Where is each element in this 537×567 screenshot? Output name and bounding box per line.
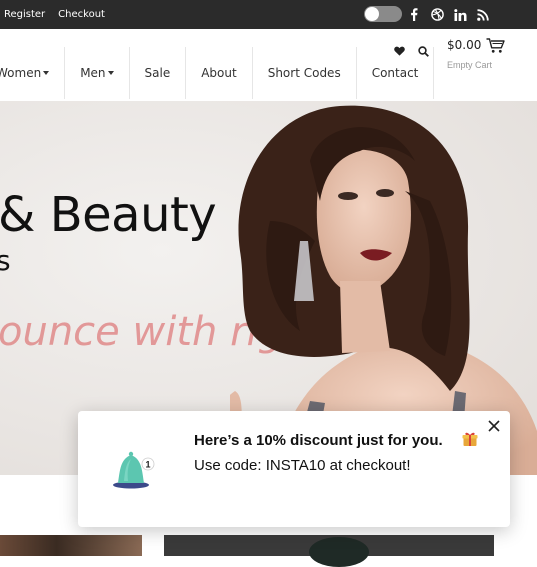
site-header: Women Men Sale About Short Codes Contact… xyxy=(0,29,537,101)
search-icon[interactable] xyxy=(415,43,431,59)
bell-badge-count: 1 xyxy=(145,460,150,470)
nav-item-label: Sale xyxy=(144,66,171,80)
bell-icon: 1 xyxy=(110,447,158,496)
nav-item-label: Men xyxy=(80,66,106,80)
nav-item-label: Women xyxy=(0,66,42,80)
discount-popup: 1 Here’s a 10% discount just for you. Us… xyxy=(78,411,510,527)
product-thumbnail[interactable] xyxy=(0,535,142,556)
theme-toggle[interactable] xyxy=(364,6,402,22)
gift-icon xyxy=(462,431,478,452)
facebook-icon[interactable] xyxy=(407,0,421,29)
hero-title: & Beauty xyxy=(0,187,217,243)
top-links: Register Checkout xyxy=(4,0,105,29)
nav-item-women[interactable]: Women xyxy=(0,47,66,99)
dribbble-icon[interactable] xyxy=(430,0,444,29)
nav-item-sale[interactable]: Sale xyxy=(130,47,187,99)
product-thumbnail[interactable] xyxy=(164,535,494,567)
toggle-knob xyxy=(365,7,379,21)
main-nav: Women Men Sale About Short Codes Contact xyxy=(0,47,435,99)
nav-item-label: Contact xyxy=(371,66,419,80)
nav-item-about[interactable]: About xyxy=(186,47,253,99)
linkedin-icon[interactable] xyxy=(453,0,467,29)
heart-icon[interactable] xyxy=(391,43,407,59)
hero-subtitle: s xyxy=(0,244,11,277)
cart-status: Empty Cart xyxy=(447,60,493,70)
thumbnail-shape xyxy=(309,537,369,567)
nav-item-men[interactable]: Men xyxy=(65,47,130,99)
register-link[interactable]: Register xyxy=(4,9,45,20)
nav-item-label: About xyxy=(201,66,237,80)
checkout-link[interactable]: Checkout xyxy=(58,9,105,20)
rss-icon[interactable] xyxy=(476,0,490,29)
popup-headline: Here’s a 10% discount just for you. xyxy=(194,432,443,449)
top-bar: Register Checkout xyxy=(0,0,537,29)
popup-code-text: Use code: INSTA10 at checkout! xyxy=(194,457,411,474)
cart-amount[interactable]: $0.00 xyxy=(447,38,481,52)
caret-down-icon xyxy=(43,71,50,75)
cart-icon[interactable] xyxy=(486,38,505,59)
caret-down-icon xyxy=(107,71,114,75)
close-icon[interactable] xyxy=(487,419,501,433)
nav-item-label: Short Codes xyxy=(267,66,341,80)
nav-item-short-codes[interactable]: Short Codes xyxy=(253,47,357,99)
